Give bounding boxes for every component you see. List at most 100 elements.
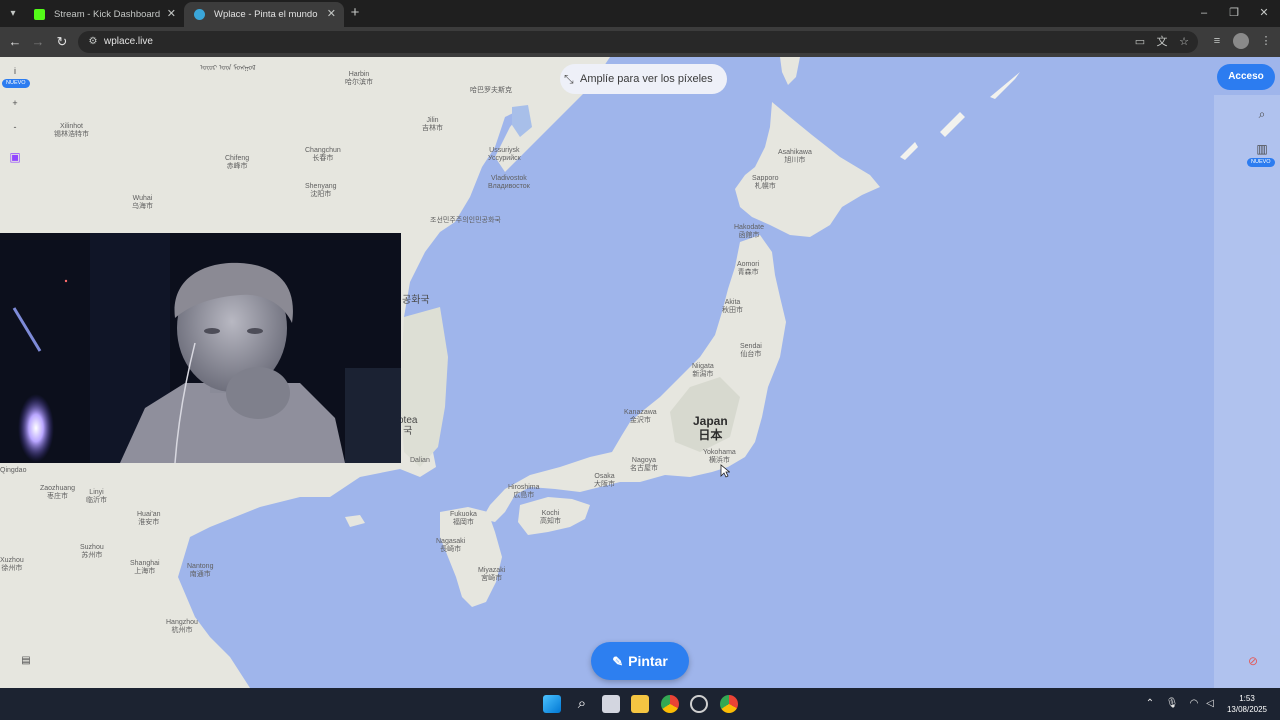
kuril-islands	[900, 72, 1020, 160]
place-label: 공화국	[402, 295, 430, 306]
sakhalin	[780, 57, 800, 85]
place-label: Kochi 高知市	[540, 510, 561, 525]
korea-peninsula	[400, 307, 448, 467]
twitch-icon[interactable]: ▣	[5, 147, 25, 167]
profile-avatar[interactable]	[1233, 33, 1249, 49]
forward-button[interactable]: →	[29, 33, 47, 51]
login-button[interactable]: Acceso	[1217, 64, 1275, 90]
zoom-out-icon[interactable]: -	[5, 117, 25, 137]
close-tab-icon[interactable]: ✕	[167, 2, 176, 27]
chrome-icon[interactable]	[661, 695, 679, 713]
layers-icon[interactable]: ▤	[16, 651, 36, 671]
info-icon[interactable]: i	[5, 65, 25, 77]
windows-taskbar: ⌕ ⌃ 🎙 ◠ ◁ 1:53 13/08/2025	[0, 688, 1280, 720]
place-label: 哈巴罗夫斯克	[470, 87, 512, 94]
close-tab-icon[interactable]: ✕	[327, 2, 336, 27]
place-label: Yokohama 横浜市	[703, 449, 736, 464]
place-label: Akita 秋田市	[722, 299, 743, 314]
tab-search-button[interactable]: ▾	[4, 5, 22, 23]
webcam-overlay	[0, 233, 401, 463]
place-label: ᠦᠦᠷ ᠦᠨ ᠮᠣᠩᠭᠣᠯ	[200, 65, 256, 72]
place-label: Asahikawa 旭川市	[778, 149, 812, 164]
place-label: Vladivostok Владивосток	[488, 175, 530, 190]
hokkaido	[735, 102, 880, 237]
jeju-island	[345, 515, 365, 527]
webcam-video	[0, 233, 401, 463]
chrome-profile-icon[interactable]	[720, 695, 738, 713]
zoom-hint-text: Amplíe para ver los píxeles	[580, 73, 713, 85]
place-label: Suzhou 苏州市	[80, 544, 104, 559]
place-label: Osaka 大阪市	[594, 473, 615, 488]
back-button[interactable]: ←	[6, 33, 24, 51]
url-text[interactable]: wplace.live	[104, 31, 153, 53]
place-label: Nagasaki 長崎市	[436, 538, 466, 553]
honshu	[482, 235, 786, 522]
leaderboard-icon[interactable]: ▥	[1252, 139, 1272, 159]
place-label: Shanghai 上海市	[130, 560, 160, 575]
tab-strip: ▾ Stream - Kick Dashboard ✕ Wplace - Pin…	[0, 0, 1280, 27]
new-tab-button[interactable]: +	[346, 4, 364, 22]
place-label: Fukuoka 福岡市	[450, 511, 477, 526]
search-zoom-icon[interactable]: ⌕	[1252, 104, 1272, 124]
tab-title: Stream - Kick Dashboard	[54, 9, 161, 20]
browser-toolbar: ← → ↻ ⚙ wplace.live ▭ 文 ☆ ≡ ⋮	[0, 27, 1280, 57]
place-label: Huai'an 淮安市	[137, 511, 161, 526]
search-icon[interactable]: ⌕	[573, 695, 591, 713]
close-window-button[interactable]: ✕	[1254, 4, 1274, 22]
place-label: Hangzhou 杭州市	[166, 619, 198, 634]
kick-icon	[34, 9, 45, 20]
browser-menu-icon[interactable]: ⋮	[1258, 33, 1274, 49]
place-label: Shenyang 沈阳市	[305, 183, 337, 198]
bookmark-star-icon[interactable]: ☆	[1176, 34, 1192, 50]
place-label: Hiroshima 広島市	[508, 484, 540, 499]
place-label: Miyazaki 宮崎市	[478, 567, 506, 582]
tab-wplace[interactable]: Wplace - Pinta el mundo ✕	[184, 2, 344, 27]
place-label: Sendai 仙台市	[740, 343, 762, 358]
report-icon[interactable]: ⊘	[1243, 651, 1263, 671]
place-label: Wuhai 乌海市	[132, 195, 153, 210]
address-bar[interactable]: ⚙ wplace.live ▭ 文 ☆	[78, 31, 1198, 53]
restore-button[interactable]: ❐	[1224, 4, 1244, 22]
paint-button[interactable]: ✎ Pintar	[591, 642, 689, 680]
clock[interactable]: 1:53 13/08/2025	[1220, 693, 1274, 715]
cast-icon[interactable]: ▭	[1132, 34, 1148, 50]
place-label: Nagoya 名古屋市	[630, 457, 658, 472]
place-label: Harbin 哈尔滨市	[345, 71, 373, 86]
place-label: Hakodate 函館市	[734, 224, 764, 239]
obs-icon[interactable]	[690, 695, 708, 713]
place-label: Aomori 青森市	[737, 261, 760, 276]
clock-date: 13/08/2025	[1226, 705, 1268, 714]
place-label: Jilin 吉林市	[422, 117, 443, 132]
tab-kick-dashboard[interactable]: Stream - Kick Dashboard ✕	[24, 2, 184, 27]
globe-icon	[194, 9, 205, 20]
place-label: Xilinhot 锡林浩特市	[54, 123, 89, 138]
windows-start-icon[interactable]	[543, 695, 561, 713]
place-label: Linyi 临沂市	[86, 489, 107, 504]
clock-time: 1:53	[1239, 694, 1255, 703]
place-label: Chifeng 赤峰市	[225, 155, 250, 170]
file-explorer-icon[interactable]	[631, 695, 649, 713]
translate-icon[interactable]: 文	[1154, 34, 1170, 50]
site-info-icon[interactable]: ⚙	[86, 35, 100, 49]
place-label: Dalian	[410, 457, 430, 464]
store-icon[interactable]	[602, 695, 620, 713]
country-label-japan: Japan 日本	[693, 414, 728, 442]
reload-button[interactable]: ↻	[53, 33, 71, 51]
tray-overflow-icon[interactable]: ⌃	[1143, 697, 1157, 711]
media-control-icon[interactable]: ≡	[1209, 33, 1225, 49]
brush-icon: ✎	[612, 654, 624, 669]
minimize-button[interactable]: –	[1194, 4, 1214, 22]
new-badge: NUEVO	[1247, 158, 1275, 167]
microphone-icon[interactable]: 🎙	[1165, 697, 1179, 711]
place-label: Kanazawa 金沢市	[624, 409, 657, 424]
paint-label: Pintar	[628, 653, 668, 669]
wifi-icon[interactable]: ◠	[1187, 697, 1201, 711]
zoom-in-icon[interactable]: +	[5, 93, 25, 113]
right-sidebar	[1214, 95, 1280, 688]
place-label: Sapporo 札幌市	[752, 175, 779, 190]
mouse-cursor	[720, 464, 730, 478]
place-label: Changchun 长春市	[305, 147, 341, 162]
volume-icon[interactable]: ◁	[1203, 697, 1217, 711]
zoom-hint-pill[interactable]: ⤡ Amplíe para ver los píxeles	[560, 64, 727, 94]
place-label: Ussuriysk Уссурийск	[488, 147, 521, 162]
